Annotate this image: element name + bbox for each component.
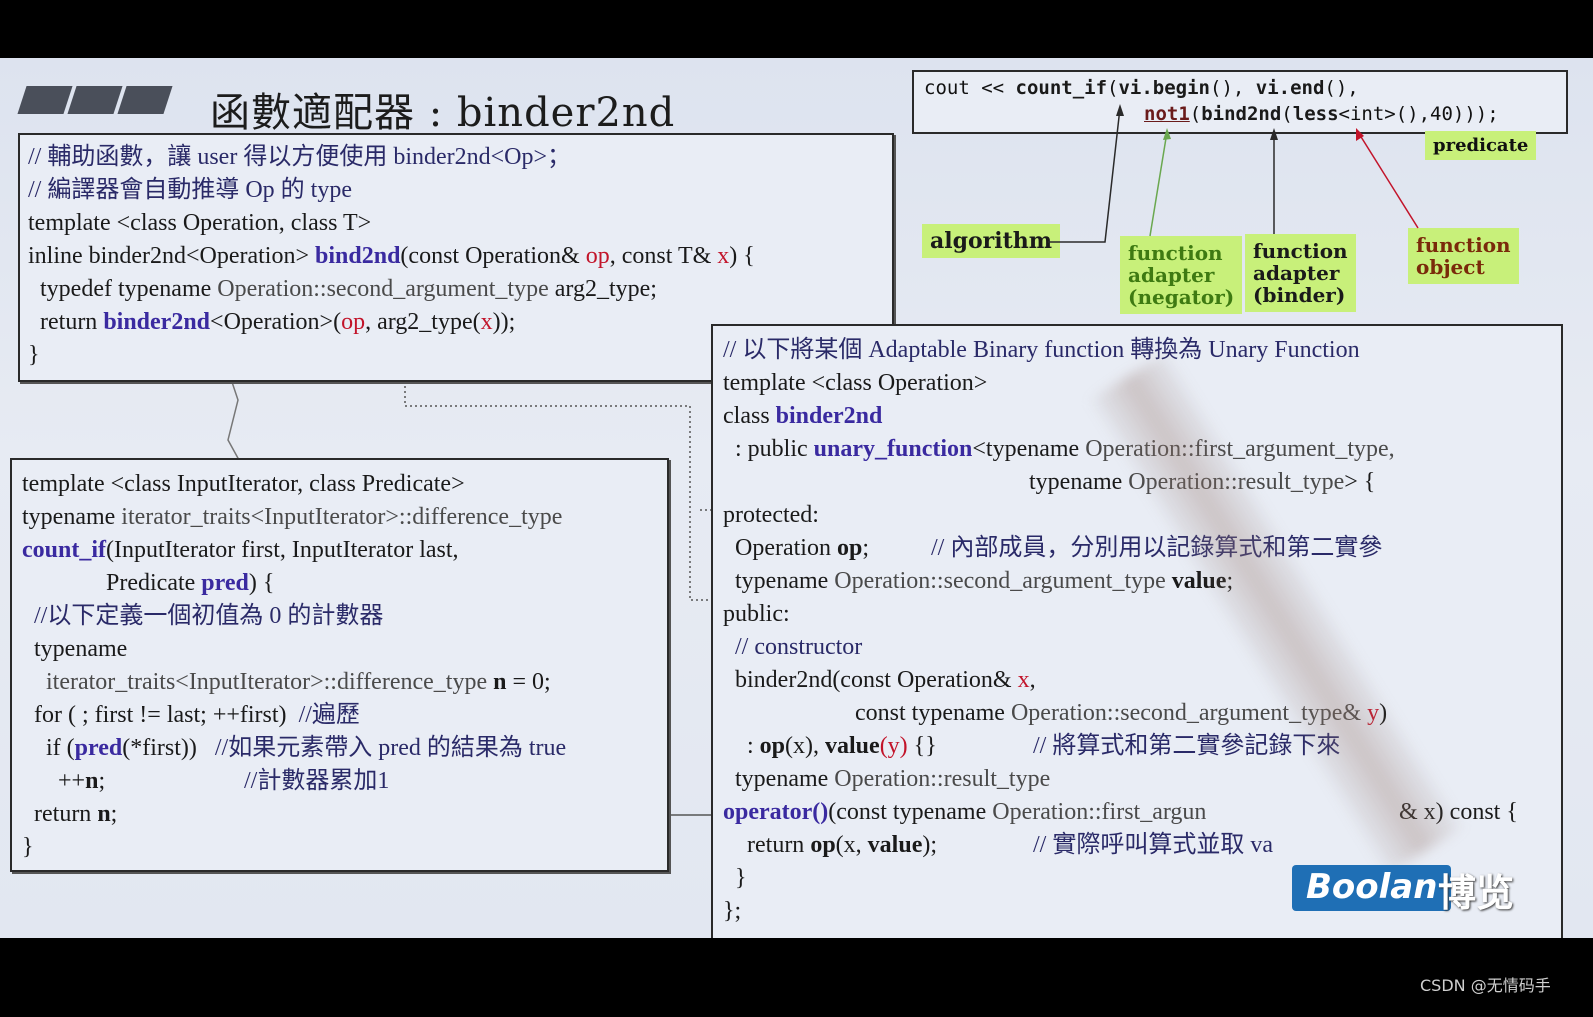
- code-line: Operation op;: [723, 535, 869, 561]
- code-line: typename iterator_traits<InputIterator>:…: [22, 504, 563, 530]
- code-comment: // 將算式和第二實參記錄下來: [1033, 733, 1341, 759]
- code-comment: //計數器累加1: [244, 768, 390, 794]
- algorithm-arrow: [1048, 107, 1121, 243]
- code-line: }: [22, 834, 34, 860]
- code-line: return binder2nd<Operation>(op, arg2_typ…: [28, 309, 516, 335]
- code-line: iterator_traits<InputIterator>::differen…: [22, 669, 551, 695]
- code-line: template <class InputIterator, class Pre…: [22, 471, 465, 497]
- code-line: };: [723, 898, 742, 924]
- code-comment: // constructor: [723, 634, 863, 660]
- count-if-box: template <class InputIterator, class Pre…: [10, 458, 669, 872]
- code-comment: //以下定義一個初值為 0 的計數器: [22, 603, 384, 629]
- code-line: for ( ; first != last; ++first) //遍歷: [22, 702, 360, 728]
- code-line: ++n;: [22, 768, 106, 794]
- code-line: : public unary_function<typename Operati…: [723, 436, 1395, 462]
- code-comment: // 實際呼叫算式並取 va: [1033, 832, 1273, 858]
- code-line: }: [723, 865, 747, 891]
- video-bottom-letterbox: [0, 938, 1593, 1017]
- code-line: count_if(InputIterator first, InputItera…: [22, 537, 459, 563]
- code-line: typename Operation::result_type: [723, 766, 1051, 792]
- boolan-logo-cn: 博览: [1438, 871, 1515, 915]
- code-line: Predicate pred) {: [22, 570, 275, 596]
- code-line: typename Operation::second_argument_type…: [723, 568, 1233, 594]
- code-line: operator()(const typename Operation::fir…: [723, 799, 1207, 825]
- code-comment: // 以下將某個 Adaptable Binary function 轉換為 U…: [723, 337, 1360, 363]
- code-line: inline binder2nd<Operation> bind2nd(cons…: [28, 243, 755, 269]
- boolan-logo: Boolan: [1292, 865, 1452, 911]
- code-line: class binder2nd: [723, 403, 883, 429]
- code-line: binder2nd(const Operation& x,: [723, 667, 1036, 693]
- code-line: typedef typename Operation::second_argum…: [28, 276, 657, 302]
- code-line: : op(x), value(y) {}: [723, 733, 937, 759]
- code-line: template <class Operation, class T>: [28, 210, 372, 236]
- code-line: return op(x, value);: [723, 832, 938, 858]
- negator-arrow: [1149, 131, 1168, 237]
- code-line: if (pred(*first)) //如果元素帶入 pred 的結果為 tru…: [22, 735, 567, 761]
- function-object-arrow: [1357, 131, 1419, 229]
- code-line: typename: [22, 636, 128, 662]
- code-line: }: [28, 342, 40, 368]
- code-line: protected:: [723, 502, 819, 528]
- code-comment: // 編譯器會自動推導 Op 的 type: [28, 177, 352, 203]
- code-comment: // 輔助函數，讓 user 得以方便使用 binder2nd<Op>；: [28, 144, 572, 170]
- code-line: return n;: [22, 801, 118, 827]
- code-comment: // 內部成員，分別用以記錄算式和第二實參: [931, 535, 1383, 561]
- code-line: public:: [723, 601, 790, 627]
- csdn-watermark: CSDN @无情码手: [1420, 976, 1551, 995]
- code-line: template <class Operation>: [723, 370, 988, 396]
